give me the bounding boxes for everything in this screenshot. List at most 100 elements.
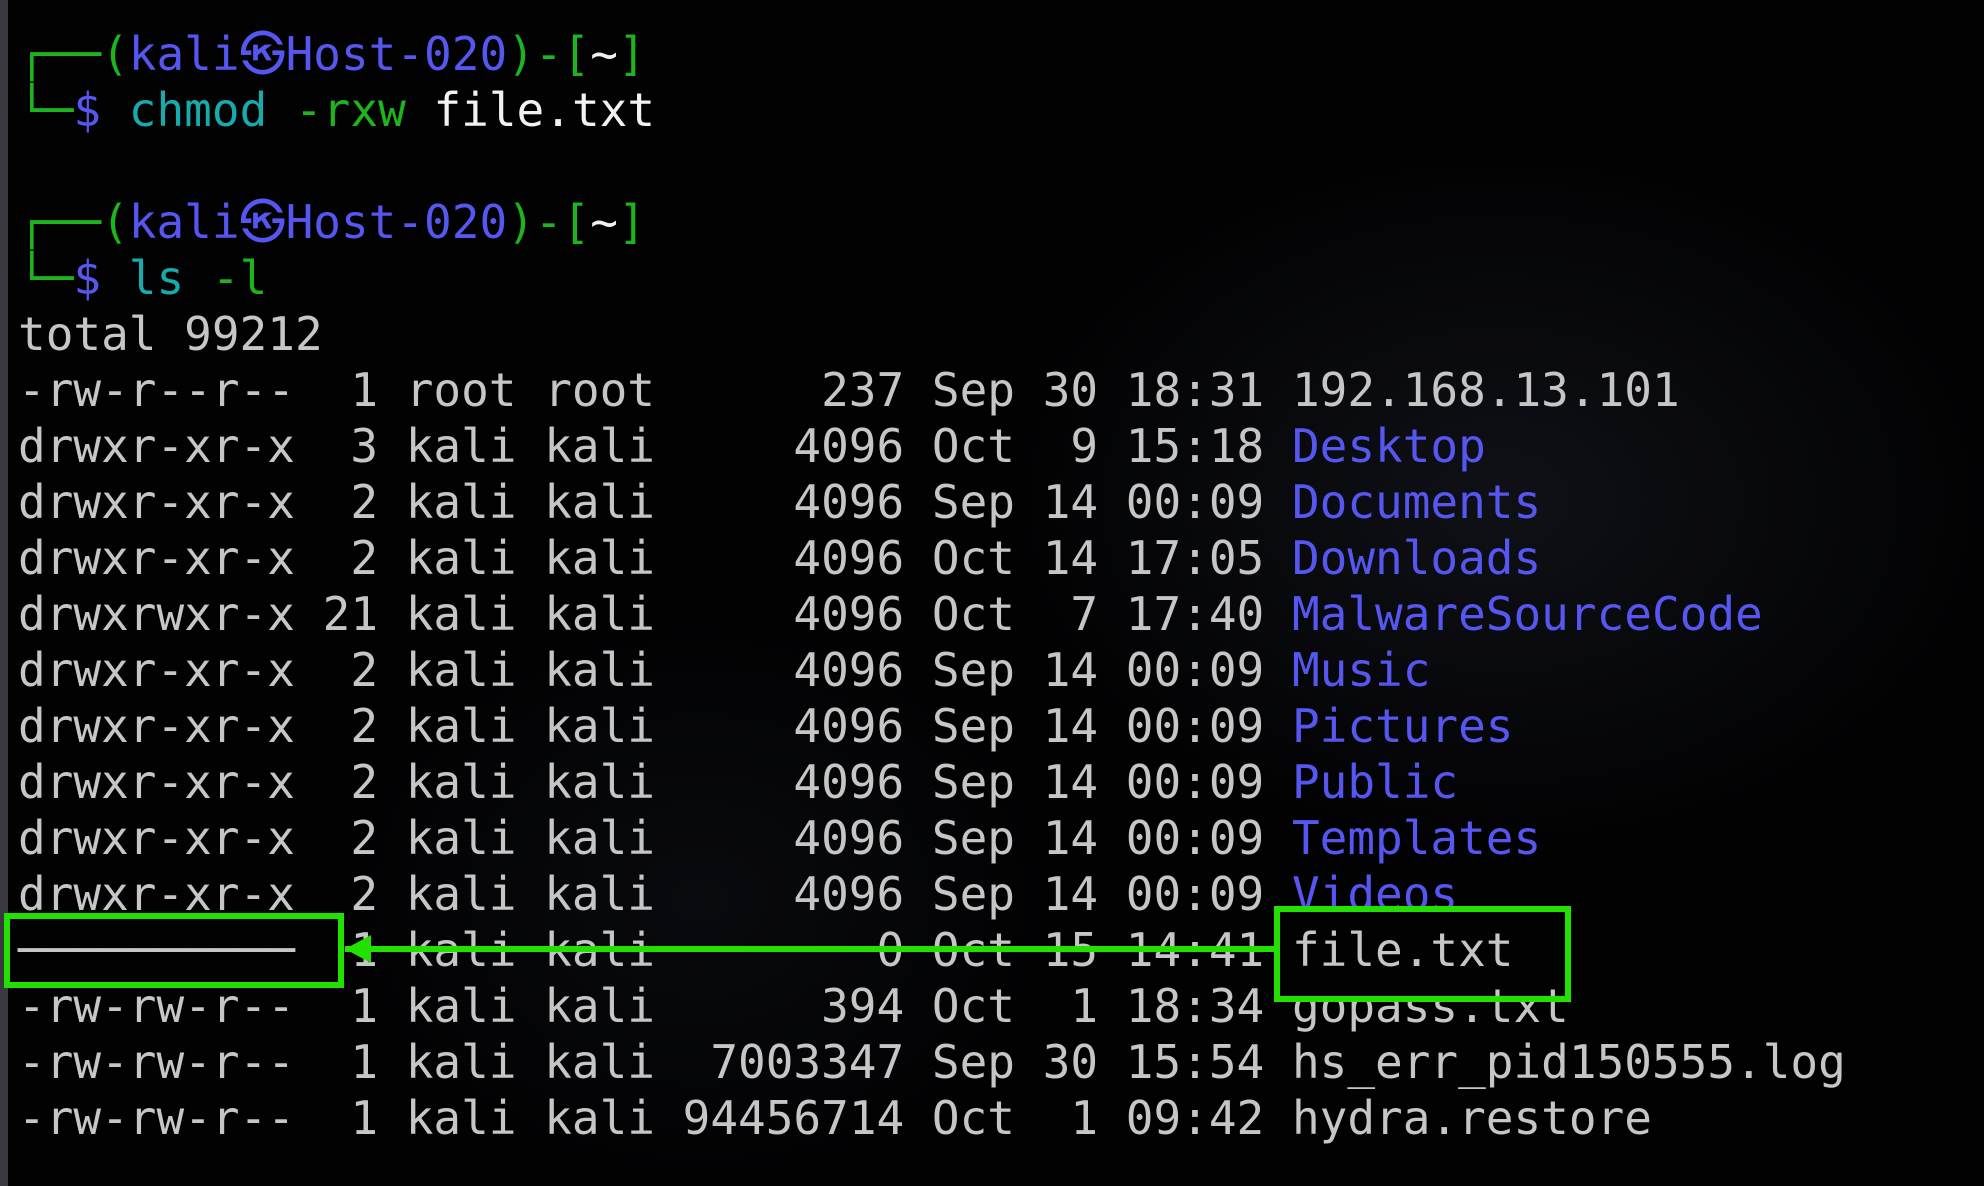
day: 1 <box>1070 1091 1099 1145</box>
day: 1 <box>1070 979 1099 1033</box>
month: Sep <box>931 643 1015 697</box>
owner: kali <box>405 699 517 753</box>
prompt-corner: └─ <box>18 251 74 305</box>
prompt-at-symbol: ㉿ <box>239 27 286 81</box>
prompt-bracket: ] <box>617 195 646 249</box>
month: Oct <box>931 979 1015 1033</box>
permissions: drwxrwxr-x <box>18 587 295 641</box>
prompt-corner: ┌── <box>18 195 102 249</box>
group: kali <box>544 979 655 1033</box>
time: 00:09 <box>1125 867 1265 921</box>
file-size: 4096 <box>793 811 905 865</box>
command-name: ls <box>128 251 185 305</box>
group: kali <box>544 475 655 529</box>
time: 09:42 <box>1125 1091 1265 1145</box>
file-name: Public <box>1291 755 1459 809</box>
link-count: 21 <box>322 587 379 641</box>
link-count: 3 <box>350 419 379 473</box>
file-name: Templates <box>1291 811 1542 865</box>
permissions: -rw-rw-r-- <box>18 1091 295 1145</box>
file-size: 4096 <box>793 643 905 697</box>
prompt-host: Host-020 <box>285 27 508 81</box>
day: 14 <box>1042 531 1099 585</box>
permissions: -rw-rw-r-- <box>18 1035 295 1089</box>
group: kali <box>544 419 655 473</box>
prompt-line: ┌──(kali㉿Host-020)-[~] <box>18 26 1846 82</box>
owner: kali <box>405 643 517 697</box>
time: 00:09 <box>1125 811 1265 865</box>
file-size: 237 <box>821 363 905 417</box>
file-row: drwxr-xr-x 2 kali kali 4096 Sep 14 00:09… <box>18 810 1846 866</box>
file-row: drwxr-xr-x 2 kali kali 4096 Sep 14 00:09… <box>18 698 1846 754</box>
time: 00:09 <box>1125 475 1265 529</box>
group: kali <box>544 811 655 865</box>
prompt-bracket: )-[ <box>507 27 591 81</box>
annotation-arrow-head <box>345 935 371 963</box>
file-size: 94456714 <box>682 1091 905 1145</box>
owner: kali <box>405 475 517 529</box>
annotation-arrow-line <box>345 946 1274 952</box>
file-name: hs_err_pid150555.log <box>1291 1035 1846 1089</box>
file-name: hydra.restore <box>1291 1091 1652 1145</box>
permissions: drwxr-xr-x <box>18 419 295 473</box>
file-name: Downloads <box>1291 531 1542 585</box>
file-row: -rw-rw-r-- 1 kali kali 7003347 Sep 30 15… <box>18 1034 1846 1090</box>
group: kali <box>544 531 655 585</box>
day: 14 <box>1042 643 1099 697</box>
link-count: 2 <box>350 531 379 585</box>
owner: kali <box>405 419 517 473</box>
permissions: drwxr-xr-x <box>18 531 295 585</box>
file-row: drwxr-xr-x 2 kali kali 4096 Sep 14 00:09… <box>18 642 1846 698</box>
link-count: 1 <box>350 363 379 417</box>
owner: kali <box>405 811 517 865</box>
group: kali <box>544 587 655 641</box>
file-size: 4096 <box>793 419 905 473</box>
prompt-line: ┌──(kali㉿Host-020)-[~] <box>18 194 1846 250</box>
permissions: drwxr-xr-x <box>18 811 295 865</box>
owner: kali <box>405 1035 517 1089</box>
group: kali <box>544 1035 655 1089</box>
day: 14 <box>1042 699 1099 753</box>
day: 30 <box>1042 1035 1099 1089</box>
prompt-dir: ~ <box>590 27 618 81</box>
prompt-at-symbol: ㉿ <box>239 195 286 249</box>
file-name: 192.168.13.101 <box>1291 363 1680 417</box>
link-count: 1 <box>350 1091 379 1145</box>
month: Sep <box>931 475 1015 529</box>
command-line: └─$ ls -l <box>18 250 1846 306</box>
owner: kali <box>405 755 517 809</box>
day: 30 <box>1042 363 1099 417</box>
prompt-host: Host-020 <box>285 195 508 249</box>
file-size: 4096 <box>793 755 905 809</box>
month: Sep <box>931 1035 1015 1089</box>
command-name: chmod <box>128 83 268 137</box>
owner: kali <box>405 531 517 585</box>
link-count: 2 <box>350 811 379 865</box>
owner: kali <box>405 867 517 921</box>
time: 15:54 <box>1125 1035 1265 1089</box>
prompt-corner: ┌── <box>18 27 102 81</box>
file-name: Documents <box>1291 475 1542 529</box>
prompt-paren: ( <box>101 195 129 249</box>
prompt-bracket: )-[ <box>507 195 591 249</box>
month: Oct <box>931 1091 1015 1145</box>
group: kali <box>544 867 655 921</box>
time: 17:05 <box>1125 531 1265 585</box>
month: Sep <box>931 363 1015 417</box>
owner: kali <box>405 587 517 641</box>
prompt-paren: ( <box>101 27 129 81</box>
window-edge <box>0 0 8 1186</box>
owner: kali <box>405 1091 517 1145</box>
group: kali <box>544 755 655 809</box>
month: Sep <box>931 811 1015 865</box>
day: 9 <box>1070 419 1099 473</box>
prompt-user: kali <box>128 195 240 249</box>
day: 14 <box>1042 811 1099 865</box>
owner: kali <box>405 979 517 1033</box>
month: Oct <box>931 419 1015 473</box>
file-row: -rw-rw-r-- 1 kali kali 94456714 Oct 1 09… <box>18 1090 1846 1146</box>
group: kali <box>544 699 655 753</box>
month: Sep <box>931 755 1015 809</box>
file-size: 7003347 <box>710 1035 905 1089</box>
time: 00:09 <box>1125 643 1265 697</box>
